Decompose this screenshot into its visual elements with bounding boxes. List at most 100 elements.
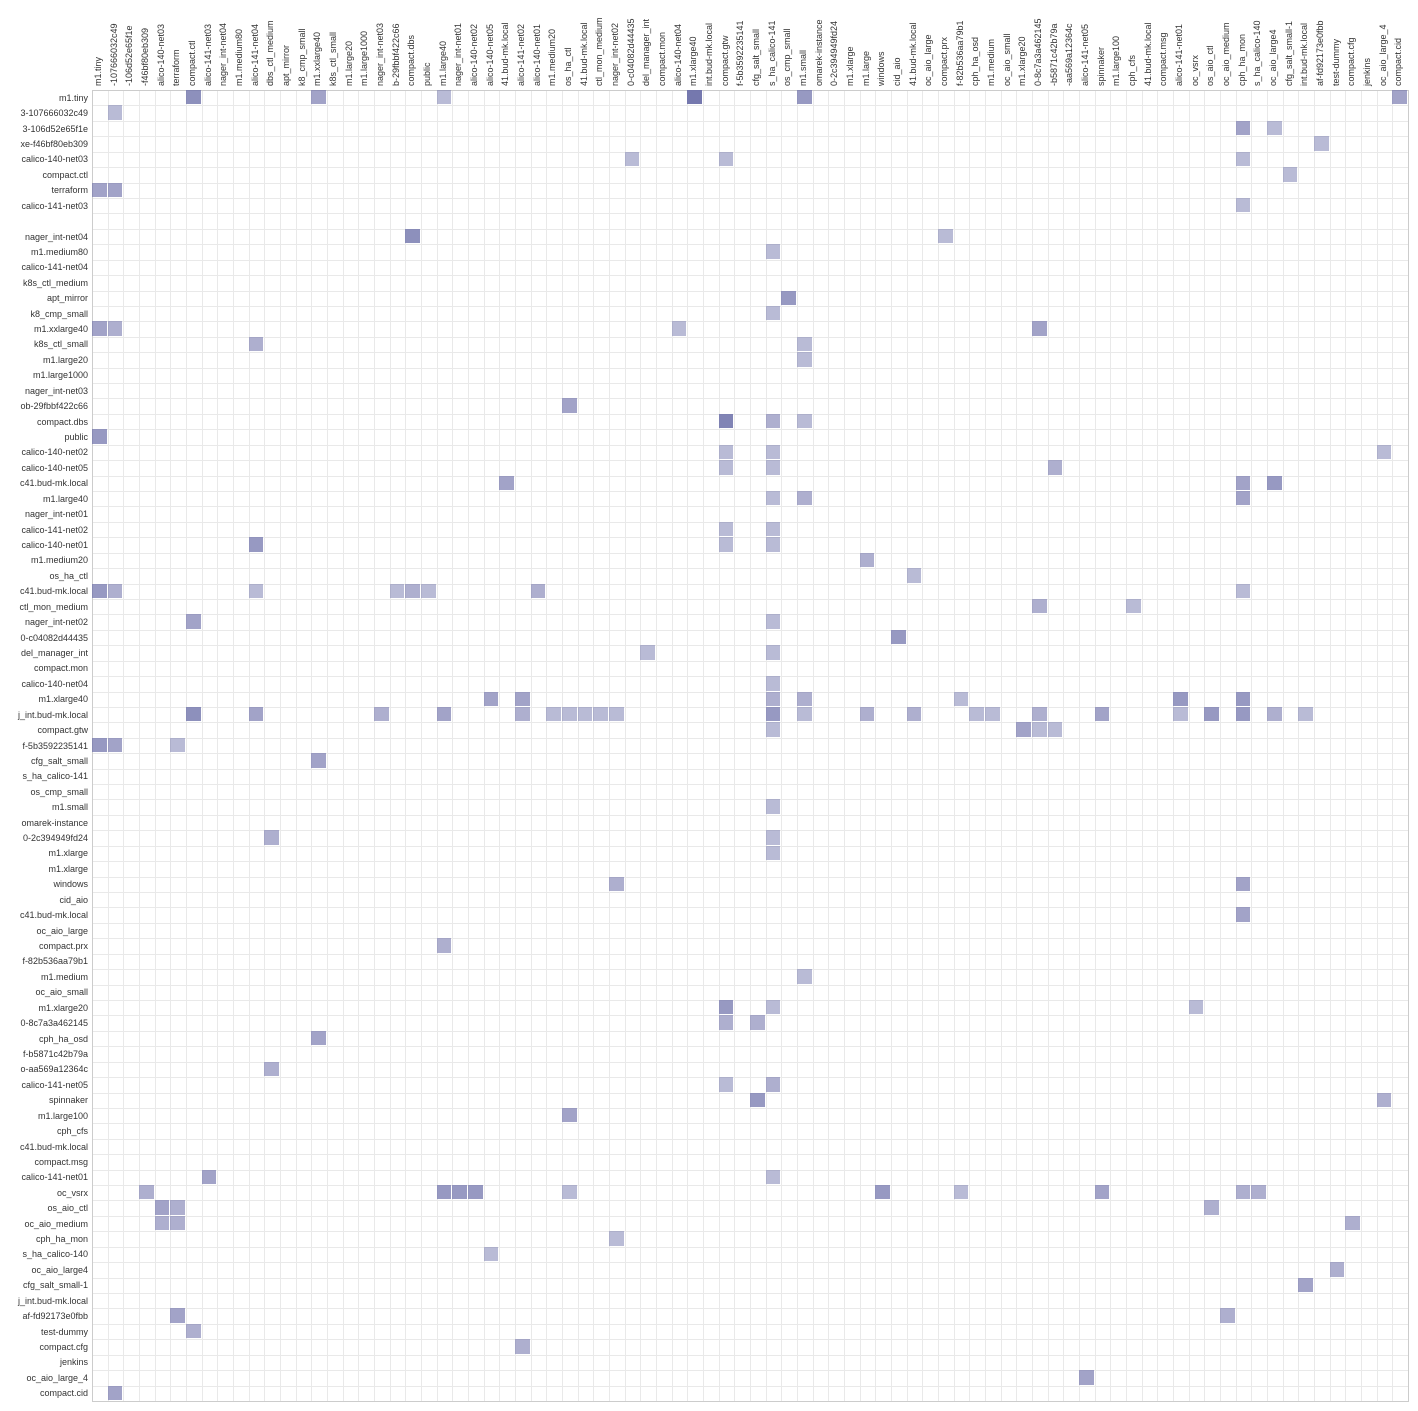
heatmap-cell [750,1015,765,1029]
x-tick-label: -107666032c49 [109,23,119,86]
x-tick-label: compact.mon [657,32,667,86]
y-tick-label: 0-8c7a3a462145 [20,1018,88,1028]
y-tick-label: calico-140-net01 [21,540,88,550]
heatmap-cell [1345,1216,1360,1230]
x-tick-label: m1.large20 [344,41,354,86]
x-tick-label: compact.msg [1158,32,1168,86]
x-tick-label: int.bud-mk.local [704,23,714,86]
heatmap-cell [687,90,702,104]
y-tick-label: xe-f46bf80eb309 [20,139,88,149]
x-axis-labels: m1.tiny-107666032c49-106d52e65f1e-f46bf8… [0,0,1418,90]
heatmap-cell [484,1247,499,1261]
x-tick-label: alico-140-net01 [532,24,542,86]
y-tick-label: 3-106d52e65f1e [22,124,88,134]
y-tick-label: m1.large100 [38,1111,88,1121]
heatmap-cell [1392,90,1407,104]
x-tick-label: alico-141-net03 [203,24,213,86]
heatmap-cell [766,445,781,459]
heatmap-cell [546,707,561,721]
y-tick-label: m1.xxlarge40 [34,324,88,334]
heatmap-cell [1204,707,1219,721]
heatmap-cell [311,90,326,104]
heatmap-cell [766,306,781,320]
heatmap-cell [640,645,655,659]
heatmap-cell [92,429,107,443]
heatmap-cell [437,1185,452,1199]
y-tick-label: public [64,432,88,442]
y-tick-label: os_cmp_small [30,787,88,797]
x-tick-label: 41.bud-mk.local [1143,22,1153,86]
y-tick-label: oc_aio_large_4 [26,1373,88,1383]
x-tick-label: nager_int-net04 [218,23,228,86]
y-tick-label: nager_int-net02 [25,617,88,627]
heatmap-cell [766,692,781,706]
x-tick-label: k8s_ctl_small [328,32,338,86]
y-tick-label: calico-140-net05 [21,463,88,473]
x-tick-label: cid_aio [892,57,902,86]
heatmap-cell [875,1185,890,1199]
y-tick-label: oc_vsrx [57,1188,88,1198]
x-tick-label: alico-141-net01 [1174,24,1184,86]
y-tick-label: c41.bud-mk.local [20,1142,88,1152]
heatmap-cell [405,584,420,598]
y-tick-label: os_aio_ctl [47,1203,88,1213]
heatmap-cell [249,584,264,598]
heatmap-cell [1236,491,1251,505]
heatmap-cell [311,753,326,767]
y-tick-label: test-dummy [41,1327,88,1337]
heatmap-cell [954,1185,969,1199]
y-tick-label: m1.large20 [43,355,88,365]
heatmap-cell [797,707,812,721]
heatmap-cell [766,707,781,721]
heatmap-cell [155,1200,170,1214]
x-tick-label: jenkins [1362,58,1372,86]
y-tick-label: compact.dbs [37,417,88,427]
x-tick-label: m1.large100 [1111,36,1121,86]
y-tick-label: calico-140-net04 [21,679,88,689]
heatmap-cell [1236,692,1251,706]
y-tick-label: compact.prx [39,941,88,951]
y-tick-label: cfg_salt_small-1 [23,1280,88,1290]
heatmap-cell [969,707,984,721]
x-tick-label: m1.xlarge20 [1017,36,1027,86]
y-tick-label: k8s_ctl_medium [23,278,88,288]
heatmap-cell [1173,692,1188,706]
x-tick-label: 0-2c394949fd24 [829,21,839,86]
heatmap-cell [797,352,812,366]
heatmap-cell [766,1170,781,1184]
heatmap-cell [1298,1278,1313,1292]
x-tick-label: os_aio_ctl [1205,45,1215,86]
x-tick-label: m1.tiny [93,57,103,86]
x-tick-label: cph_cfs [1127,55,1137,86]
x-tick-label: alico-141-net04 [250,24,260,86]
y-tick-label: spinnaker [49,1095,88,1105]
x-tick-label: s_ha_calico-140 [1252,20,1262,86]
y-tick-label: apt_mirror [47,293,88,303]
heatmap-cell [92,183,107,197]
heatmap-cell [1032,599,1047,613]
x-tick-label: compact.ctl [187,40,197,86]
heatmap-cell [468,1185,483,1199]
y-tick-label: jenkins [60,1357,88,1367]
heatmap-cell [766,460,781,474]
heatmap-cell [1048,460,1063,474]
x-tick-label: m1.large [861,51,871,86]
x-tick-label: m1.xxlarge40 [312,32,322,86]
x-tick-label: terraform [171,49,181,86]
heatmap-cell [766,244,781,258]
heatmap-cell [1314,136,1329,150]
x-tick-label: compact.cid [1393,38,1403,86]
x-tick-label: 0-8c7a3a462145 [1033,18,1043,86]
heatmap-cell [766,722,781,736]
x-tick-label: nager_int-net01 [453,23,463,86]
heatmap-cell [766,522,781,536]
y-tick-label: calico-140-net03 [21,154,88,164]
y-tick-label: f-b5871c42b79a [23,1049,88,1059]
heatmap-cell [1298,707,1313,721]
heatmap-cell [672,321,687,335]
x-tick-label: nager_int-net02 [610,23,620,86]
x-tick-label: 0-c04082d44435 [626,18,636,86]
x-tick-label: m1.medium20 [547,29,557,86]
heatmap-cell [264,830,279,844]
heatmap-cell [1236,584,1251,598]
